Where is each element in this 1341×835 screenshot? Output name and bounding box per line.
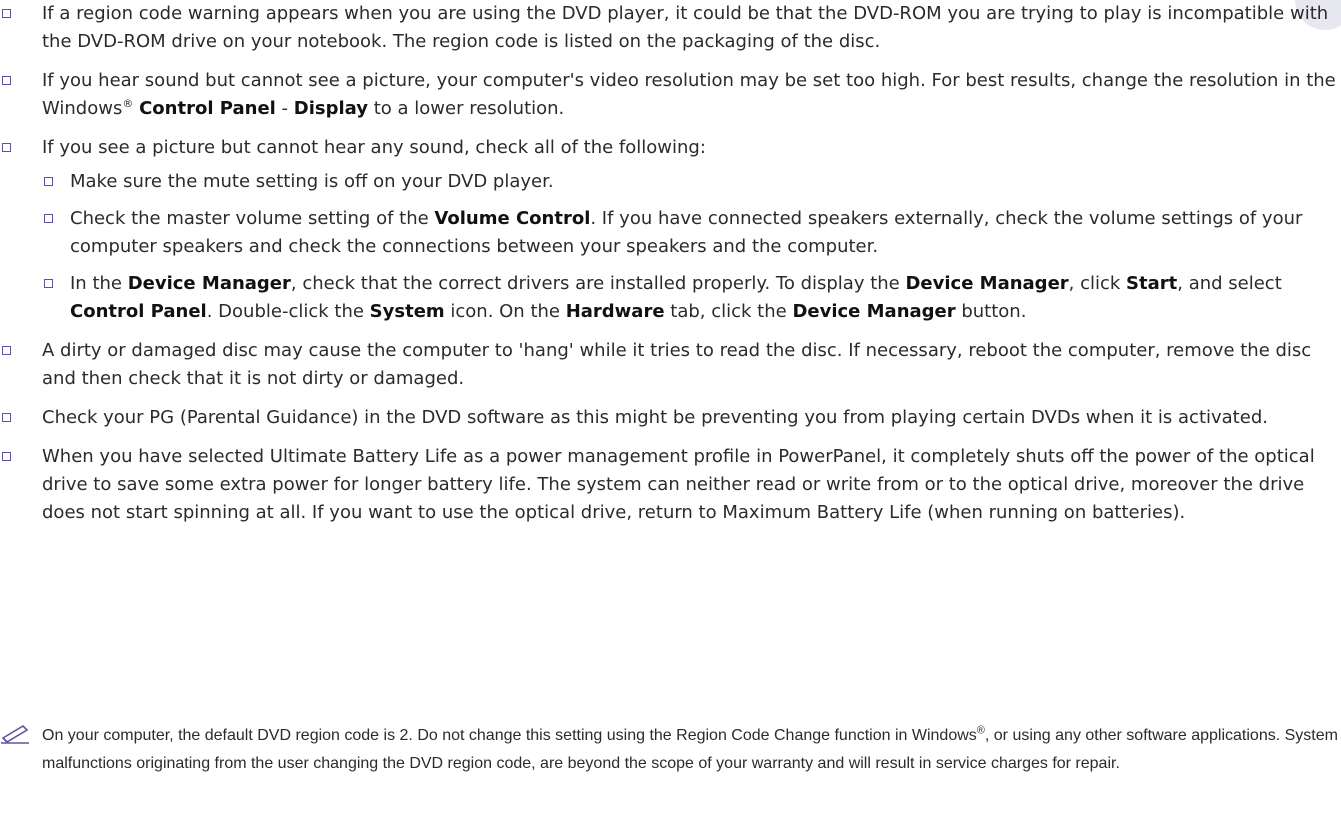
item-text: A dirty or damaged disc may cause the co… xyxy=(42,340,1312,389)
list-item: A dirty or damaged disc may cause the co… xyxy=(0,337,1341,393)
device-manager-term: Device Manager xyxy=(905,273,1069,294)
note-text: On your computer, the default DVD region… xyxy=(42,727,977,744)
hardware-term: Hardware xyxy=(565,301,665,322)
separator: - xyxy=(275,98,294,119)
sub-list-item: Make sure the mute setting is off on you… xyxy=(42,168,1341,196)
registered-mark: ® xyxy=(976,724,985,737)
registered-mark: ® xyxy=(122,97,134,110)
sub-item-text: , click xyxy=(1068,273,1127,294)
item-text: Check your PG (Parental Guidance) in the… xyxy=(42,407,1268,428)
sub-item-text: tab, click the xyxy=(664,301,793,322)
item-text: When you have selected Ultimate Battery … xyxy=(42,446,1315,523)
item-text: If a region code warning appears when yo… xyxy=(42,3,1329,52)
list-item: If a region code warning appears when yo… xyxy=(0,0,1341,56)
checkbox-bullet-icon xyxy=(2,346,11,355)
sub-item-text: , and select xyxy=(1177,273,1282,294)
sub-list-item: In the Device Manager, check that the co… xyxy=(42,270,1341,326)
note-block: On your computer, the default DVD region… xyxy=(0,722,1341,778)
list-item: When you have selected Ultimate Battery … xyxy=(0,443,1341,527)
checkbox-bullet-icon xyxy=(2,452,11,461)
sub-item-text: Make sure the mute setting is off on you… xyxy=(70,171,554,192)
list-item: Check your PG (Parental Guidance) in the… xyxy=(0,404,1341,432)
sub-item-text: . Double-click the xyxy=(206,301,370,322)
device-manager-term: Device Manager xyxy=(127,273,291,294)
device-manager-term: Device Manager xyxy=(792,301,956,322)
sub-item-text: , check that the correct drivers are ins… xyxy=(290,273,906,294)
checkbox-bullet-icon xyxy=(2,413,11,422)
troubleshooting-list: If a region code warning appears when yo… xyxy=(0,0,1341,538)
item-text: If you see a picture but cannot hear any… xyxy=(42,137,706,158)
checkbox-bullet-icon xyxy=(2,76,11,85)
system-term: System xyxy=(369,301,445,322)
volume-control-term: Volume Control xyxy=(434,208,591,229)
pencil-note-icon xyxy=(0,722,30,754)
sub-item-text: button. xyxy=(955,301,1027,322)
checkbox-bullet-icon xyxy=(2,143,11,152)
checkbox-bullet-icon xyxy=(44,177,53,186)
start-term: Start xyxy=(1126,273,1178,294)
control-panel-term: Control Panel xyxy=(139,98,276,119)
sub-item-text: icon. On the xyxy=(444,301,566,322)
control-panel-term: Control Panel xyxy=(70,301,207,322)
list-item: If you hear sound but cannot see a pictu… xyxy=(0,67,1341,123)
item-text: to a lower resolution. xyxy=(368,98,565,119)
checkbox-bullet-icon xyxy=(44,279,53,288)
sub-list: Make sure the mute setting is off on you… xyxy=(42,168,1341,326)
sub-item-text: Check the master volume setting of the xyxy=(70,208,435,229)
display-term: Display xyxy=(293,98,368,119)
sub-list-item: Check the master volume setting of the V… xyxy=(42,205,1341,261)
checkbox-bullet-icon xyxy=(44,214,53,223)
checkbox-bullet-icon xyxy=(2,9,11,18)
sub-item-text: In the xyxy=(70,273,128,294)
list-item: If you see a picture but cannot hear any… xyxy=(0,134,1341,326)
